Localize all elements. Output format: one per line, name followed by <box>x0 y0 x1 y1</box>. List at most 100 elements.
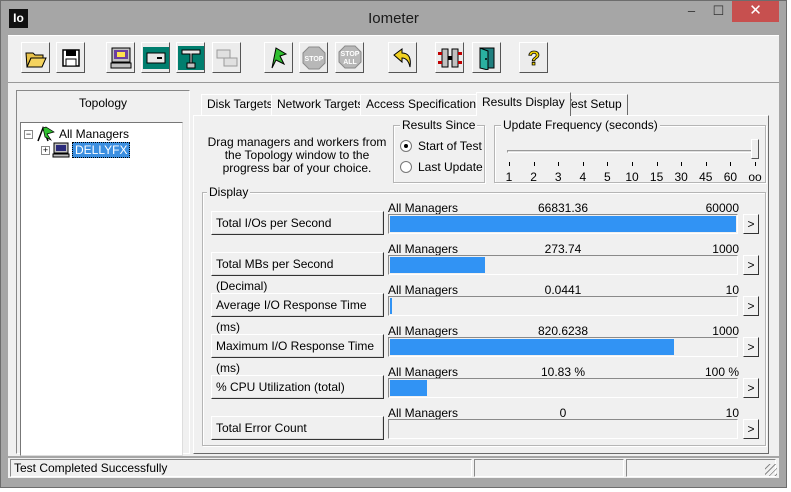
metric-progress-fill <box>390 216 736 232</box>
metric-select-button[interactable]: Average I/O Response Time (ms) <box>211 293 384 334</box>
exit-button[interactable] <box>472 42 501 73</box>
slider-tick-label: 15 <box>649 170 664 184</box>
metric-manager-label: All Managers <box>388 242 459 256</box>
results-since-group: Results Since Start of Test Last Update <box>393 118 485 183</box>
metric-options-button[interactable]: > <box>743 419 759 439</box>
expand-toggle[interactable]: + <box>41 145 50 155</box>
maximize-button[interactable]: ☐ <box>705 1 732 22</box>
window-title: Iometer <box>368 10 419 27</box>
tab-results-display[interactable]: Results Display <box>476 92 571 116</box>
duplicate-worker-button[interactable] <box>212 42 241 73</box>
slider-tick <box>705 162 707 166</box>
metric-options-button[interactable]: > <box>743 296 759 316</box>
metric-progress-bar <box>388 419 738 439</box>
main-client-area: Topology − All Managers + DELLYFX Disk T… <box>8 83 779 456</box>
tab-disk-targets[interactable]: Disk Targets <box>201 94 279 115</box>
stop-button[interactable]: STOP <box>299 42 328 73</box>
slider-tick <box>509 162 510 166</box>
metric-progress-bar <box>388 337 738 357</box>
update-frequency-title: Update Frequency (seconds) <box>501 118 660 132</box>
update-frequency-slider-track[interactable] <box>507 150 755 153</box>
green-flag-icon <box>271 46 287 68</box>
slider-tick-label: 10 <box>625 170 639 184</box>
tree-row-all-managers[interactable]: − All Managers <box>24 126 129 142</box>
exit-door-icon <box>479 46 494 70</box>
start-tests-button[interactable] <box>264 42 293 73</box>
metric-max: 100 % <box>704 365 739 379</box>
metric-options-button[interactable]: > <box>743 378 759 398</box>
iometer-window: Io Iometer – ☐ ✕ STOP STOP ALL ? Topolog… <box>0 0 787 488</box>
metric-select-button[interactable]: Total I/Os per Second <box>211 211 384 235</box>
collapse-toggle[interactable]: − <box>24 129 33 139</box>
tab-network-targets[interactable]: Network Targets <box>271 94 370 115</box>
slider-tick-label: 5 <box>604 170 611 184</box>
results-since-title: Results Since <box>400 118 478 132</box>
duplicate-worker-icon <box>216 49 237 66</box>
metric-select-button[interactable]: Total MBs per Second (Decimal) <box>211 252 384 293</box>
save-config-button[interactable] <box>56 42 85 73</box>
open-config-button[interactable] <box>21 42 50 73</box>
all-managers-icon <box>37 126 55 142</box>
topology-title: Topology <box>78 96 128 110</box>
minimize-button[interactable]: – <box>678 1 705 22</box>
save-disk-icon <box>61 48 80 67</box>
slider-tick <box>755 162 756 166</box>
new-disk-worker-button[interactable] <box>141 42 170 73</box>
metric-max: 1000 <box>712 242 739 256</box>
metric-value: 66831.36 <box>537 201 589 215</box>
about-button[interactable]: ? <box>519 42 548 73</box>
metric-max: 60000 <box>705 201 739 215</box>
manager-computer-icon <box>52 142 70 158</box>
disconnect-manager-button[interactable] <box>435 42 464 73</box>
metric-value: 0 <box>559 406 567 420</box>
metric-options-button[interactable]: > <box>743 214 759 234</box>
new-network-worker-button[interactable] <box>176 42 205 73</box>
metric-progress-fill <box>390 380 428 396</box>
radio-start-of-test[interactable]: Start of Test <box>400 139 482 153</box>
metric-select-button[interactable]: Total Error Count <box>211 416 384 440</box>
stop-all-button[interactable]: STOP ALL <box>335 42 364 73</box>
tree-label-all-managers: All Managers <box>59 127 130 141</box>
metric-select-button[interactable]: Maximum I/O Response Time (ms) <box>211 334 384 375</box>
svg-text:STOP: STOP <box>340 51 359 58</box>
radio-last-update[interactable]: Last Update <box>400 160 483 174</box>
display-group: Display All Managers 66831.36 60000 Total I… <box>202 185 766 446</box>
metric-select-button[interactable]: % CPU Utilization (total) <box>211 375 384 399</box>
reset-workers-button[interactable] <box>388 42 417 73</box>
slider-tick <box>558 162 560 166</box>
tree-row-manager[interactable]: + DELLYFX <box>41 142 131 158</box>
topology-panel: Topology − All Managers + DELLYFX <box>16 90 190 456</box>
disk-worker-icon <box>142 46 169 69</box>
metric-manager-label: All Managers <box>388 365 459 379</box>
radio-start-of-test-indicator[interactable] <box>400 140 412 152</box>
tree-label-manager: DELLYFX <box>72 142 131 158</box>
status-bar: Test Completed Successfully <box>8 458 779 478</box>
status-pane-3 <box>626 459 776 477</box>
metric-progress-bar <box>388 378 738 398</box>
metric-manager-label: All Managers <box>388 406 459 420</box>
update-frequency-slider-thumb[interactable] <box>751 139 759 159</box>
slider-tick-label: 3 <box>554 170 562 184</box>
slider-tick-label: 60 <box>723 170 738 184</box>
radio-last-update-label: Last Update <box>418 160 483 174</box>
metric-options-button[interactable]: > <box>743 337 759 357</box>
status-pane-2 <box>474 459 624 477</box>
close-button[interactable]: ✕ <box>732 1 779 22</box>
metric-progress-fill <box>390 339 674 355</box>
radio-last-update-indicator[interactable] <box>400 161 412 173</box>
display-manager-button[interactable] <box>106 42 135 73</box>
toolbar: STOP STOP ALL ? <box>8 35 779 83</box>
metric-progress-bar <box>388 255 738 275</box>
topology-tree[interactable]: − All Managers + DELLYFX <box>20 122 183 456</box>
slider-tick <box>607 162 609 166</box>
title-bar[interactable]: Io Iometer – ☐ ✕ <box>1 1 786 35</box>
stop-all-icon: STOP ALL <box>338 45 361 68</box>
metric-progress-bar <box>388 296 738 316</box>
results-display-panel: Drag managers and workers from the Topol… <box>193 115 769 454</box>
slider-tick <box>632 162 633 166</box>
tab-access-specifications[interactable]: Access Specifications <box>360 94 489 115</box>
metric-options-button[interactable]: > <box>743 255 759 275</box>
slider-tick <box>681 162 683 166</box>
metric-manager-label: All Managers <box>388 324 459 338</box>
resize-grip[interactable] <box>765 464 777 476</box>
